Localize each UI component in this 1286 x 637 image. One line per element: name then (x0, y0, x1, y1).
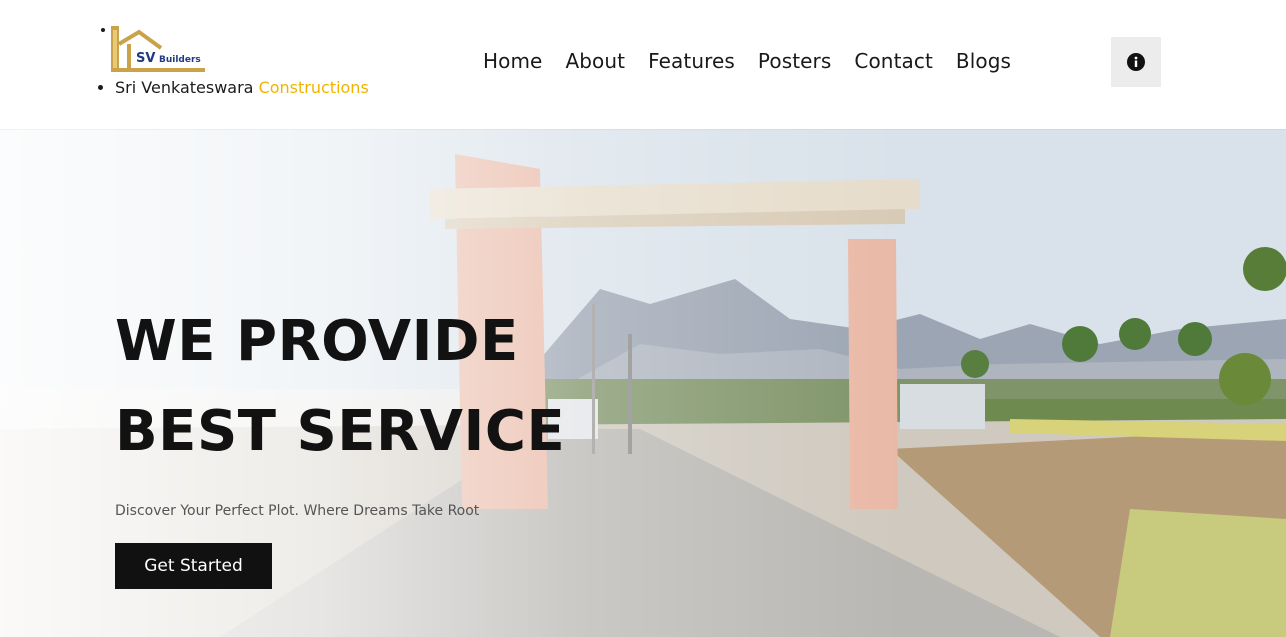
hero-title: WE PROVIDE BEST SERVICE (115, 297, 565, 477)
info-icon (1127, 53, 1145, 71)
main-nav: Home About Features Posters Contact Blog… (483, 49, 1011, 73)
hero-section: WE PROVIDE BEST SERVICE Discover Your Pe… (0, 129, 1286, 637)
sv-builders-logo[interactable]: SV Builders (109, 22, 205, 74)
hero-subtitle: Discover Your Perfect Plot. Where Dreams… (115, 503, 480, 519)
logo-item: SV Builders (111, 22, 369, 72)
brand-name: Sri Venkateswara (115, 78, 254, 97)
brand-name-item: Sri Venkateswara Constructions (115, 78, 369, 97)
nav-home[interactable]: Home (483, 49, 542, 73)
site-header: SV Builders Sri Venkateswara Constructio… (0, 0, 1286, 129)
brand-list: SV Builders Sri Venkateswara Constructio… (111, 22, 369, 97)
hero-content: WE PROVIDE BEST SERVICE Discover Your Pe… (115, 297, 565, 589)
svg-text:SV: SV (136, 51, 155, 66)
brand-name-accent: Constructions (258, 78, 369, 97)
nav-blogs[interactable]: Blogs (956, 49, 1011, 73)
hero-title-line2: BEST SERVICE (115, 399, 566, 464)
svg-text:Builders: Builders (159, 55, 201, 65)
hero-title-line1: WE PROVIDE (115, 309, 519, 374)
nav-posters[interactable]: Posters (758, 49, 832, 73)
info-button[interactable] (1111, 37, 1161, 87)
nav-about[interactable]: About (565, 49, 625, 73)
get-started-button[interactable]: Get Started (115, 543, 272, 589)
nav-features[interactable]: Features (648, 49, 735, 73)
nav-contact[interactable]: Contact (854, 49, 933, 73)
